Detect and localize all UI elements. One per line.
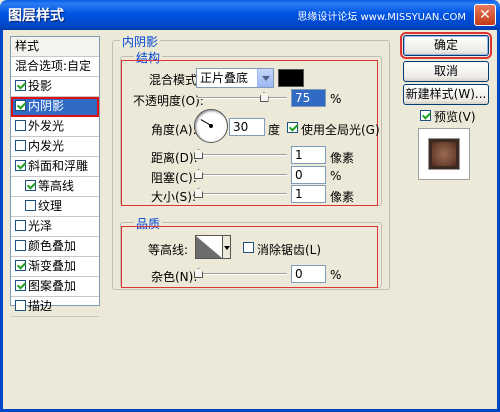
angle-dial-center [209, 124, 213, 128]
noise-unit: % [330, 268, 342, 282]
style-item-label: 图案叠加 [28, 279, 77, 293]
angle-dial[interactable] [194, 109, 228, 143]
style-item[interactable]: 光泽 [11, 217, 99, 237]
styles-list-header: 样式 [11, 37, 99, 57]
style-item-label: 描边 [28, 299, 53, 313]
style-item-checkbox[interactable] [15, 300, 26, 311]
size-slider-track[interactable] [197, 193, 287, 195]
style-preview-image [429, 139, 459, 169]
style-item[interactable]: 内阴影 [11, 97, 99, 117]
size-unit: 像素 [330, 190, 355, 204]
close-button[interactable]: ✕ [474, 4, 496, 26]
contour-dropdown[interactable] [223, 235, 231, 259]
distance-input[interactable]: 1 [291, 146, 326, 164]
global-light-checkbox[interactable] [287, 122, 298, 133]
choke-slider-track[interactable] [197, 174, 287, 176]
opacity-slider-track[interactable] [197, 97, 287, 99]
style-item-checkbox[interactable] [15, 160, 26, 171]
distance-slider-track[interactable] [197, 154, 287, 156]
distance-label: 距离(D): [151, 151, 198, 165]
style-item[interactable]: 斜面和浮雕 [11, 157, 99, 177]
style-item-label: 斜面和浮雕 [28, 159, 89, 173]
blend-mode-label: 混合模式: [149, 73, 202, 87]
style-item-checkbox[interactable] [25, 180, 36, 191]
styles-list: 样式混合选项:自定投影内阴影外发光内发光斜面和浮雕等高线纹理光泽颜色叠加渐变叠加… [10, 36, 100, 317]
style-item-label: 渐变叠加 [28, 259, 77, 273]
choke-unit: % [330, 169, 342, 183]
size-input[interactable]: 1 [291, 185, 326, 203]
style-item-label: 外发光 [28, 119, 65, 133]
style-item[interactable]: 混合选项:自定 [11, 57, 99, 77]
style-item-label: 混合选项:自定 [15, 59, 92, 73]
chevron-down-icon[interactable] [257, 69, 273, 87]
angle-unit: 度 [268, 123, 281, 137]
style-item-checkbox[interactable] [15, 100, 26, 111]
new-style-button[interactable]: 新建样式(W)... [403, 84, 489, 105]
style-item-label: 纹理 [38, 199, 63, 213]
angle-label: 角度(A): [151, 123, 197, 137]
shadow-color-swatch[interactable] [278, 69, 304, 87]
style-item[interactable]: 渐变叠加 [11, 257, 99, 277]
preview-checkbox[interactable] [420, 110, 431, 121]
global-light-label: 使用全局光(G) [301, 123, 380, 137]
title-bar: 图层样式 思缘设计论坛 www.MISSYUAN.COM ✕ [0, 0, 500, 30]
style-item[interactable]: 描边 [11, 297, 99, 317]
distance-unit: 像素 [330, 151, 355, 165]
style-item-label: 内阴影 [28, 99, 65, 113]
watermark-text: 思缘设计论坛 www.MISSYUAN.COM [297, 12, 466, 23]
opacity-unit: % [330, 92, 342, 106]
noise-input[interactable]: 0 [291, 265, 326, 283]
preview-box [418, 128, 470, 180]
close-icon[interactable]: ✕ [479, 7, 491, 23]
style-item-checkbox[interactable] [15, 80, 26, 91]
preview-label: 预览(V) [434, 110, 476, 124]
style-item-checkbox[interactable] [15, 220, 26, 231]
style-item-label: 投影 [28, 79, 53, 93]
choke-label: 阻塞(C): [151, 171, 197, 185]
style-item[interactable]: 纹理 [11, 197, 99, 217]
style-item-checkbox[interactable] [15, 260, 26, 271]
opacity-label: 不透明度(O): [133, 94, 204, 108]
contour-preview[interactable] [195, 235, 223, 259]
style-item[interactable]: 外发光 [11, 117, 99, 137]
choke-input[interactable]: 0 [291, 166, 326, 184]
blend-mode-value: 正片叠底 [200, 71, 249, 85]
noise-label: 杂色(N): [151, 270, 198, 284]
style-item[interactable]: 等高线 [11, 177, 99, 197]
ok-button[interactable]: 确定 [400, 32, 492, 59]
cancel-button[interactable]: 取消 [403, 61, 489, 82]
style-item[interactable]: 投影 [11, 77, 99, 97]
style-item-checkbox[interactable] [15, 120, 26, 131]
style-item-checkbox[interactable] [15, 240, 26, 251]
noise-slider-track[interactable] [197, 273, 287, 275]
anti-alias-label: 消除锯齿(L) [257, 243, 322, 257]
panel-title: 内阴影 [120, 33, 161, 50]
contour-label: 等高线: [148, 243, 189, 257]
blend-mode-select[interactable]: 正片叠底 [196, 68, 274, 88]
style-item-label: 颜色叠加 [28, 239, 77, 253]
window-title: 图层样式 [8, 8, 64, 24]
angle-input[interactable]: 30 [229, 118, 265, 136]
style-item[interactable]: 图案叠加 [11, 277, 99, 297]
size-label: 大小(S): [151, 190, 197, 204]
style-item[interactable]: 颜色叠加 [11, 237, 99, 257]
style-item-checkbox[interactable] [15, 140, 26, 151]
style-item-label: 光泽 [28, 219, 53, 233]
style-item-label: 等高线 [38, 179, 75, 193]
style-item-checkbox[interactable] [15, 280, 26, 291]
style-item-label: 内发光 [28, 139, 65, 153]
style-item[interactable]: 内发光 [11, 137, 99, 157]
style-item-checkbox[interactable] [25, 200, 36, 211]
anti-alias-checkbox[interactable] [243, 242, 254, 253]
opacity-input[interactable]: 75 [291, 89, 326, 107]
